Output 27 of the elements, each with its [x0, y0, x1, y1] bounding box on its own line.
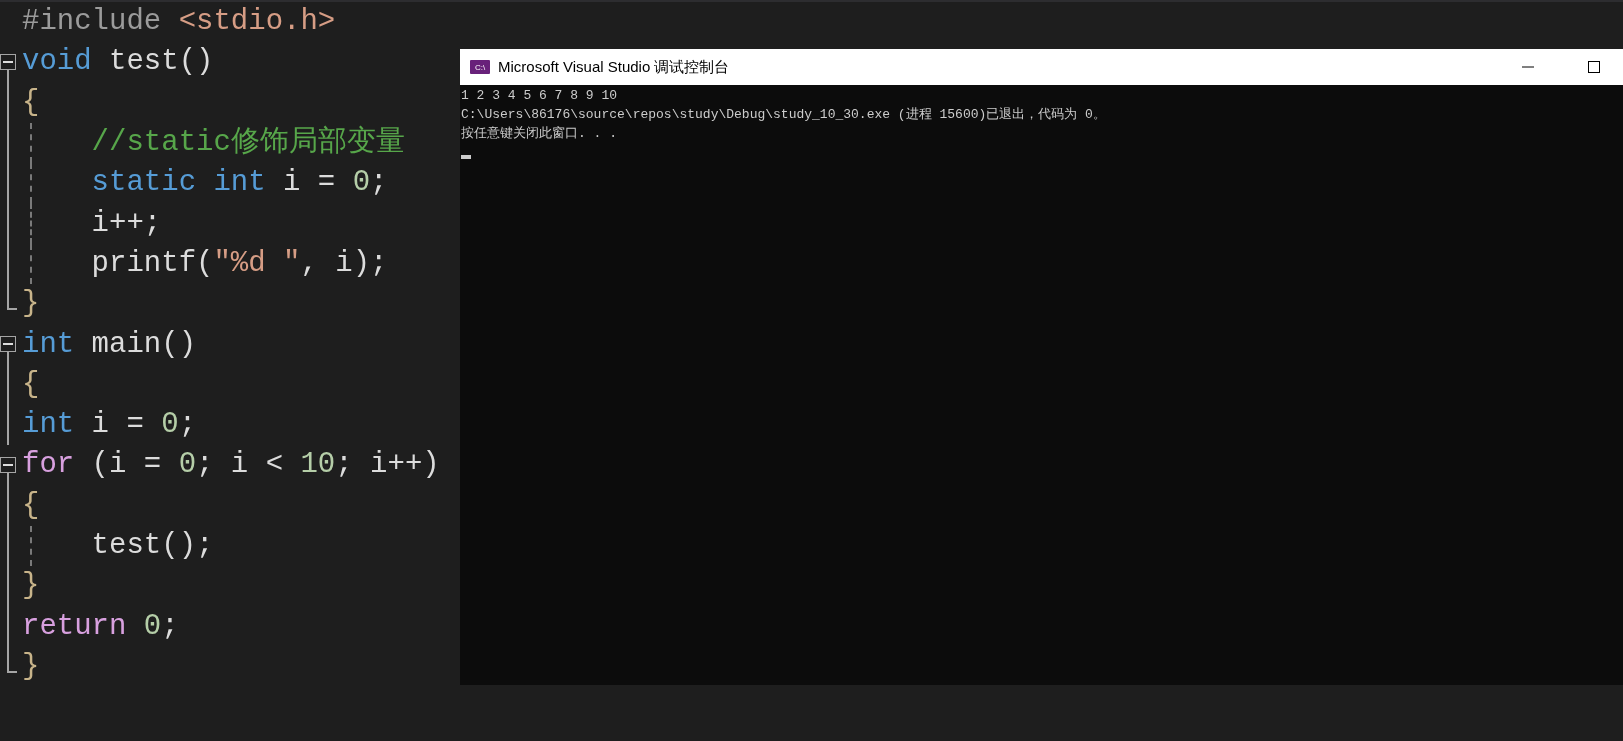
code-line: static int i = 0; — [90, 165, 388, 202]
code-line: //static修饰局部变量 — [90, 124, 405, 162]
console-app-icon: C:\ — [470, 60, 490, 74]
fold-collapse-icon[interactable] — [0, 54, 16, 71]
code-line: test(); — [90, 528, 214, 564]
code-line: { — [22, 487, 40, 524]
window-title: Microsoft Visual Studio 调试控制台 — [498, 57, 731, 77]
text-cursor — [461, 155, 471, 159]
maximize-icon — [1588, 61, 1600, 73]
code-line: i++; — [90, 205, 162, 242]
code-line: int main() — [22, 326, 197, 363]
fold-collapse-icon[interactable] — [0, 336, 16, 353]
console-output-line: 按任意键关闭此窗口. . . — [461, 125, 618, 143]
fold-collapse-icon[interactable] — [0, 457, 16, 474]
code-line: for (i = 0; i < 10; i++) — [22, 447, 440, 484]
code-line: printf("%d ", i); — [90, 245, 388, 282]
code-line: { — [22, 84, 40, 121]
code-line: { — [22, 366, 40, 403]
code-line: } — [22, 568, 40, 605]
code-line: } — [22, 286, 40, 323]
console-output-line: 1 2 3 4 5 6 7 8 9 10 — [461, 87, 619, 105]
code-line: } — [22, 648, 40, 685]
code-line: #include <stdio.h> — [22, 4, 336, 41]
console-output-line: C:\Users\86176\source\repos\study\Debug\study_10_30.exe (进程 15600)已退出，代码为 0。 — [461, 106, 1107, 124]
code-line: return 0; — [22, 608, 179, 645]
code-line: int i = 0; — [22, 407, 197, 444]
code-line: void test() — [22, 44, 214, 81]
